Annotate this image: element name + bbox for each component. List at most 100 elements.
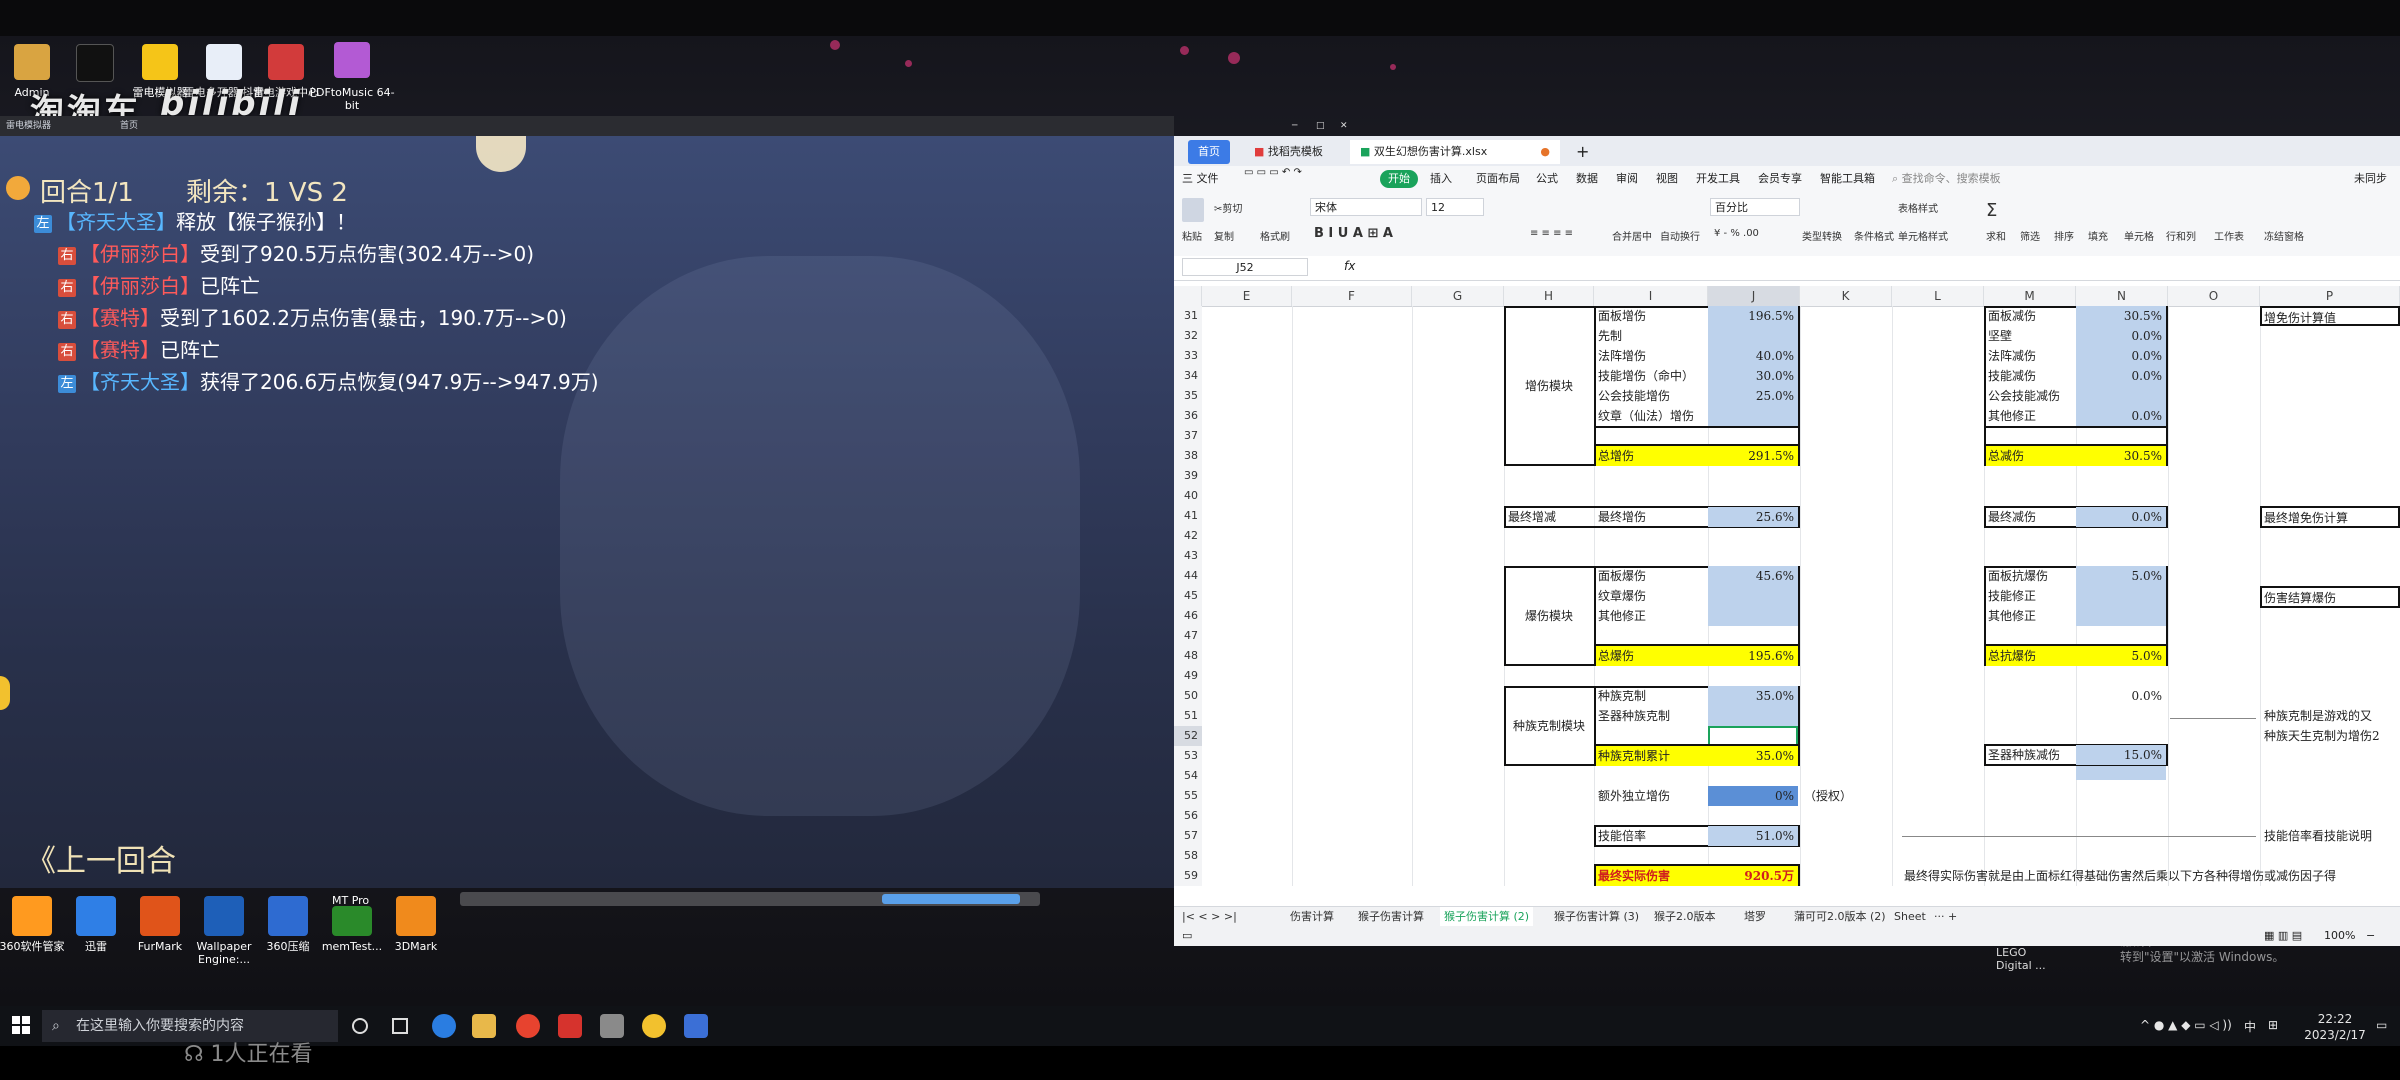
- row-header[interactable]: 59: [1174, 866, 1202, 886]
- menu-developer[interactable]: 开发工具: [1696, 166, 1740, 192]
- command-search[interactable]: ⌕ 查找命令、搜索模板: [1892, 166, 2001, 192]
- cell[interactable]: 面板增伤: [1596, 306, 1708, 326]
- fill-button[interactable]: 填充: [2088, 228, 2108, 243]
- sort-button[interactable]: 排序: [2054, 228, 2074, 243]
- cell[interactable]: [2076, 586, 2166, 606]
- cell-total[interactable]: 30.5%: [2076, 446, 2166, 466]
- cell[interactable]: 面板减伤: [1986, 306, 2076, 326]
- clock-time[interactable]: 22:22: [2300, 1012, 2370, 1026]
- cell-total[interactable]: 总增伤: [1596, 446, 1708, 466]
- menu-smart-tools[interactable]: 智能工具箱: [1820, 166, 1875, 192]
- row-header[interactable]: 43: [1174, 546, 1202, 566]
- cell-module-label[interactable]: 爆伤模块: [1506, 606, 1592, 626]
- cell[interactable]: 额外独立增伤: [1596, 786, 1708, 806]
- copy-button[interactable]: 复制: [1214, 228, 1234, 243]
- sum-icon[interactable]: Σ: [1986, 200, 1997, 221]
- row-header[interactable]: 52: [1174, 726, 1202, 746]
- column-header[interactable]: O: [2168, 286, 2260, 306]
- column-header[interactable]: K: [1800, 286, 1892, 306]
- view-mode-icons[interactable]: ▦ ▥ ▤: [2264, 929, 2302, 942]
- sheet-nav-icons[interactable]: |< < > >|: [1182, 907, 1237, 927]
- menu-review[interactable]: 审阅: [1616, 166, 1638, 192]
- name-box[interactable]: J52: [1182, 258, 1308, 276]
- font-family-select[interactable]: 宋体: [1310, 198, 1422, 216]
- sheet-tab[interactable]: Sheet: [1894, 907, 1926, 927]
- ime-indicator[interactable]: 中: [2244, 1018, 2256, 1035]
- emulator-taskbar-icon[interactable]: [600, 1014, 624, 1038]
- row-header[interactable]: 48: [1174, 646, 1202, 666]
- cell[interactable]: 0.0%: [2076, 366, 2166, 386]
- cell-module-label[interactable]: 种族克制模块: [1506, 716, 1592, 736]
- row-header[interactable]: 35: [1174, 386, 1202, 406]
- cell[interactable]: [1708, 326, 1798, 346]
- menu-page-layout[interactable]: 页面布局: [1476, 166, 1520, 192]
- cell[interactable]: 0.0%: [2076, 507, 2166, 527]
- cell[interactable]: [2076, 606, 2166, 626]
- cell-note[interactable]: 种族天生克制为增伤2: [2262, 726, 2400, 746]
- cell-note[interactable]: 增免伤计算值: [2260, 306, 2400, 326]
- file-explorer-icon[interactable]: [472, 1014, 496, 1038]
- cell[interactable]: 法阵增伤: [1596, 346, 1708, 366]
- row-header[interactable]: 31: [1174, 306, 1202, 326]
- column-header[interactable]: E: [1202, 286, 1292, 306]
- column-header[interactable]: G: [1412, 286, 1504, 306]
- emulator-scrollbar-thumb[interactable]: [882, 894, 1020, 904]
- column-header[interactable]: H: [1504, 286, 1594, 306]
- paste-label[interactable]: 粘贴: [1182, 228, 1202, 243]
- cell[interactable]: 先制: [1596, 326, 1708, 346]
- document-icon[interactable]: [206, 44, 242, 80]
- cell-total[interactable]: 195.6%: [1708, 646, 1798, 666]
- font-style-buttons[interactable]: B I U A ⊞ A: [1314, 226, 1393, 241]
- menu-formulas[interactable]: 公式: [1536, 166, 1558, 192]
- cell[interactable]: 45.6%: [1708, 566, 1798, 586]
- archive-icon[interactable]: [268, 896, 308, 936]
- cell[interactable]: 圣器种族克制: [1596, 706, 1708, 726]
- add-sheet-icon[interactable]: ··· +: [1934, 907, 1957, 927]
- cell[interactable]: 纹章爆伤: [1596, 586, 1708, 606]
- window-minimize-icon[interactable]: ─: [1292, 116, 1297, 136]
- row-header[interactable]: 51: [1174, 706, 1202, 726]
- emulator-home-tab[interactable]: 首页: [120, 116, 138, 136]
- side-handle[interactable]: [0, 676, 10, 710]
- cell[interactable]: 0%: [1708, 786, 1798, 806]
- start-button[interactable]: [12, 1016, 30, 1034]
- cell[interactable]: 最终增减: [1506, 507, 1592, 527]
- column-header[interactable]: F: [1292, 286, 1412, 306]
- selected-cell[interactable]: [1708, 726, 1798, 746]
- menu-data[interactable]: 数据: [1576, 166, 1598, 192]
- cell[interactable]: 技能减伤: [1986, 366, 2076, 386]
- wrap-text-button[interactable]: 自动换行: [1660, 228, 1700, 243]
- sheet-tab[interactable]: 猴子伤害计算 (3): [1554, 907, 1639, 927]
- row-header[interactable]: 33: [1174, 346, 1202, 366]
- cell[interactable]: 法阵减伤: [1986, 346, 2076, 366]
- cell-total[interactable]: 种族克制累计: [1596, 746, 1708, 766]
- cell[interactable]: 30.5%: [2076, 306, 2166, 326]
- formula-input[interactable]: [1374, 258, 2394, 276]
- cell-total[interactable]: 总抗爆伤: [1986, 646, 2076, 666]
- cell[interactable]: 公会技能减伤: [1986, 386, 2076, 406]
- music-icon[interactable]: [334, 42, 370, 78]
- table-style-button[interactable]: 表格样式: [1898, 200, 1938, 215]
- conditional-format-button[interactable]: 条件格式: [1854, 228, 1894, 243]
- cell[interactable]: 30.0%: [1708, 366, 1798, 386]
- row-header[interactable]: 46: [1174, 606, 1202, 626]
- row-col-button[interactable]: 行和列: [2166, 228, 2196, 243]
- cell[interactable]: 面板爆伤: [1596, 566, 1708, 586]
- select-all-corner[interactable]: [1174, 286, 1202, 306]
- cell-module-label[interactable]: 增伤模块: [1506, 376, 1592, 396]
- cell[interactable]: [1708, 606, 1798, 626]
- cell[interactable]: 其他修正: [1596, 606, 1708, 626]
- cell[interactable]: [1708, 586, 1798, 606]
- column-header[interactable]: M: [1984, 286, 2076, 306]
- cell[interactable]: [2076, 766, 2166, 780]
- cell-final-damage-label[interactable]: 最终实际伤害: [1596, 866, 1708, 886]
- menu-member[interactable]: 会员专享: [1758, 166, 1802, 192]
- cell-total[interactable]: 35.0%: [1708, 746, 1798, 766]
- capcut-icon[interactable]: [76, 44, 114, 82]
- freeze-panes-button[interactable]: 冻结窗格: [2264, 228, 2304, 243]
- row-header[interactable]: 49: [1174, 666, 1202, 686]
- column-header[interactable]: N: [2076, 286, 2168, 306]
- cell-style-button[interactable]: 单元格样式: [1898, 228, 1948, 243]
- row-header[interactable]: 58: [1174, 846, 1202, 866]
- cell[interactable]: 25.0%: [1708, 386, 1798, 406]
